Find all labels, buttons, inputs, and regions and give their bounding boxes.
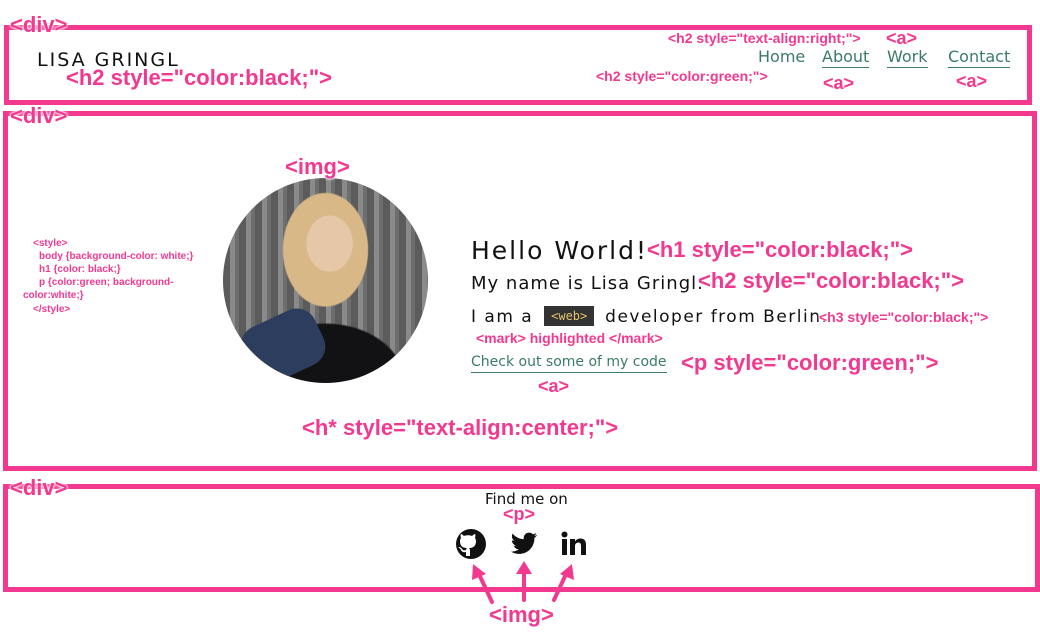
label-style-body: body {background-color: white;} xyxy=(39,251,194,262)
label-h2-right: <h2 style="text-align:right;"> xyxy=(668,30,861,46)
label-style-h1: h1 {color: black;} xyxy=(39,264,121,275)
label-h2-green: <h2 style="color:green;"> xyxy=(596,68,768,84)
twitter-icon[interactable] xyxy=(507,528,539,560)
label-h2-black-header: <h2 style="color:black;"> xyxy=(66,65,333,90)
label-style-p2: color:white;} xyxy=(23,290,84,301)
role-prefix: I am a xyxy=(471,307,534,327)
label-div-header: <div> xyxy=(10,12,68,37)
github-icon[interactable] xyxy=(455,528,487,560)
nav-link-home[interactable]: Home xyxy=(758,47,805,66)
nav-link-work[interactable]: Work xyxy=(887,47,928,68)
hello-heading: Hello World! xyxy=(471,236,648,265)
profile-photo xyxy=(223,178,428,383)
label-a-contact: <a> xyxy=(956,71,988,91)
label-h2-black-main: <h2 style="color:black;"> xyxy=(698,268,965,293)
linkedin-icon[interactable] xyxy=(557,528,589,560)
label-div-footer: <div> xyxy=(10,475,68,500)
label-p-footer: <p> xyxy=(503,504,536,524)
nav-link-about[interactable]: About xyxy=(822,47,870,68)
label-style-close: </style> xyxy=(33,304,71,315)
label-h3-black: <h3 style="color:black;"> xyxy=(819,309,989,325)
label-a-top: <a> xyxy=(886,28,918,48)
web-highlight-mark: <web> xyxy=(544,306,595,326)
code-link[interactable]: Check out some of my code xyxy=(471,354,667,373)
label-a-code: <a> xyxy=(538,376,570,396)
name-heading: My name is Lisa Gringl. xyxy=(471,273,704,294)
label-mark: <mark> highlighted </mark> xyxy=(476,330,663,346)
label-style-p1: p {color:green; background- xyxy=(39,277,174,288)
nav-link-contact[interactable]: Contact xyxy=(948,47,1011,68)
label-h1-black: <h1 style="color:black;"> xyxy=(647,237,914,262)
label-img-footer: <img> xyxy=(489,602,554,627)
label-style-open: <style> xyxy=(33,238,68,249)
label-div-main: <div> xyxy=(10,103,68,128)
label-p-green: <p style="color:green;"> xyxy=(681,350,939,375)
label-a-about: <a> xyxy=(823,73,855,93)
role-heading: I am a <web> developer from Berlin. xyxy=(471,306,828,327)
label-img-avatar: <img> xyxy=(285,154,350,179)
label-h-center: <h* style="text-align:center;"> xyxy=(302,415,619,440)
role-suffix: developer from Berlin. xyxy=(605,307,829,327)
